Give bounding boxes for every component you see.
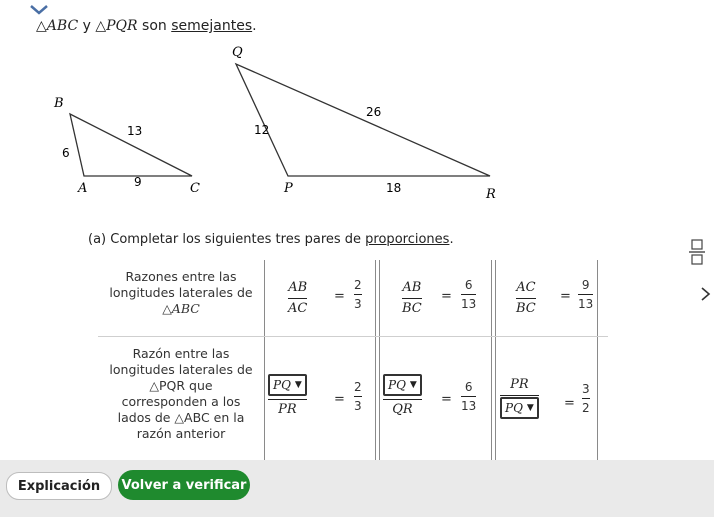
vertex-a: A bbox=[77, 181, 87, 196]
fraction-icon[interactable] bbox=[688, 238, 706, 266]
numerator-dropdown-2[interactable]: PQ ▼ bbox=[383, 374, 422, 396]
triangles-figure: B A C Q P R 6 13 9 12 26 18 bbox=[53, 45, 496, 202]
ratio-ab-bc: AB BC bbox=[402, 280, 422, 316]
vertex-b: B bbox=[53, 96, 64, 111]
caret-down-icon: ▼ bbox=[409, 380, 417, 390]
proportions-link[interactable]: proporciones bbox=[365, 232, 449, 247]
numerator-dropdown-1[interactable]: PQ ▼ bbox=[268, 374, 307, 396]
ratio-value-1: 23 bbox=[354, 278, 362, 311]
caret-down-icon: ▼ bbox=[294, 380, 302, 390]
chevron-down-icon[interactable] bbox=[28, 2, 50, 18]
vertex-r: R bbox=[485, 187, 496, 202]
row1-label: Razones entre las longitudes laterales d… bbox=[109, 269, 253, 316]
triangle-abc-name: ABC bbox=[46, 18, 79, 34]
triangle-pqr-name: PQR bbox=[106, 18, 138, 34]
ratio-ac-bc: AC BC bbox=[516, 280, 536, 316]
part-a-instruction: (a) Completar los siguientes tres pares … bbox=[88, 232, 454, 247]
ratio-value-6: 32 bbox=[582, 382, 590, 415]
side-pr: 18 bbox=[386, 181, 401, 195]
caret-down-icon: ▼ bbox=[526, 403, 534, 413]
proportions-table: Razones entre las longitudes laterales d… bbox=[98, 260, 608, 460]
vertex-q: Q bbox=[232, 45, 243, 60]
recheck-button[interactable]: Volver a verificar bbox=[118, 470, 250, 500]
ratio-pr-pq: PR PQ ▼ bbox=[500, 376, 539, 419]
statement-text: son bbox=[142, 18, 167, 34]
side-ab: 6 bbox=[62, 146, 70, 160]
similar-link[interactable]: semejantes bbox=[171, 18, 252, 34]
ratio-value-3: 9 13 bbox=[578, 278, 594, 311]
connector-text: y bbox=[82, 18, 91, 34]
chevron-right-icon[interactable] bbox=[700, 286, 712, 302]
ratio-pq-pr: PQ ▼ PR bbox=[268, 374, 307, 419]
problem-statement: △ABC y △PQR son semejantes. bbox=[36, 18, 257, 34]
ratio-value-2: 6 13 bbox=[461, 278, 477, 311]
triangle-symbol: △ bbox=[95, 18, 107, 34]
ratio-value-4: 23 bbox=[354, 380, 362, 413]
triangle-symbol: △ bbox=[36, 18, 47, 34]
side-qr: 26 bbox=[366, 105, 381, 119]
denominator-dropdown-3[interactable]: PQ ▼ bbox=[500, 397, 539, 419]
side-pq: 12 bbox=[254, 123, 269, 137]
side-ac: 9 bbox=[134, 175, 142, 189]
ratio-ab-ac: AB AC bbox=[288, 280, 308, 316]
side-bc: 13 bbox=[127, 124, 142, 138]
ratio-value-5: 6 13 bbox=[461, 380, 477, 413]
row2-label: Razón entre las longitudes laterales de … bbox=[109, 346, 253, 441]
explanation-button[interactable]: Explicación bbox=[6, 472, 112, 500]
vertex-p: P bbox=[283, 181, 293, 196]
ratio-pq-qr: PQ ▼ QR bbox=[383, 374, 422, 419]
triangle-pqr bbox=[234, 62, 491, 177]
vertex-c: C bbox=[190, 181, 200, 196]
